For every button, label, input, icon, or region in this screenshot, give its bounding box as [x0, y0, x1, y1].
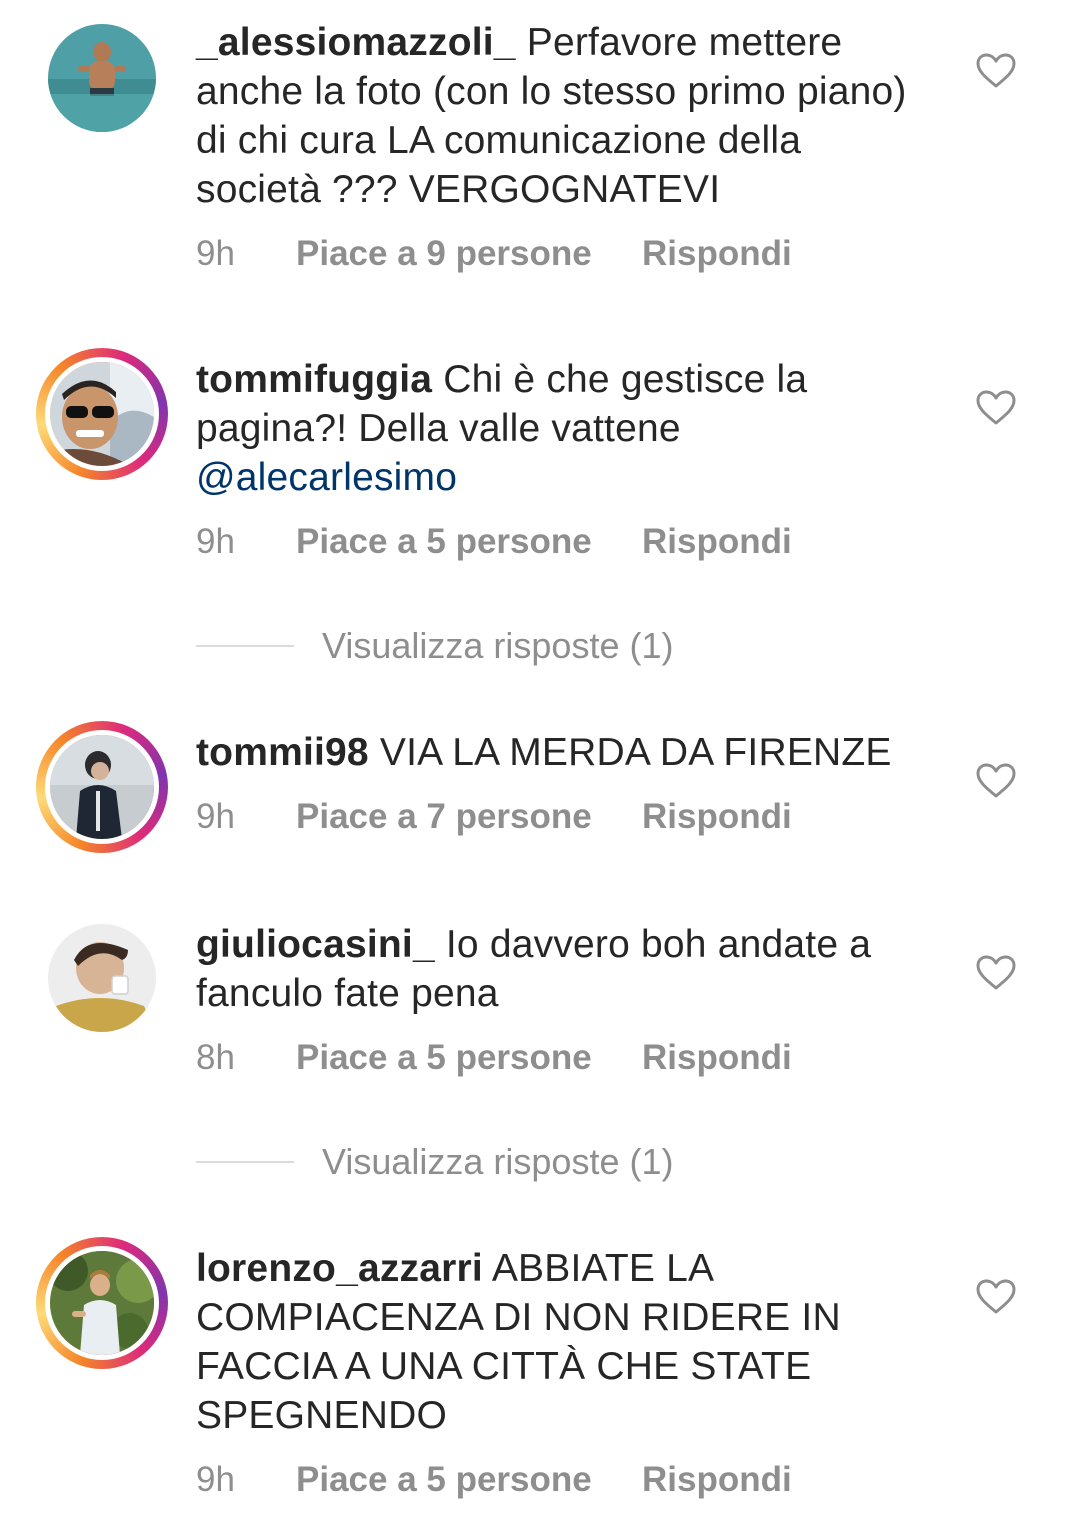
avatar[interactable] — [48, 924, 156, 1032]
comment-text: lorenzo_azzarri ABBIATE LA COMPIACENZA D… — [196, 1244, 926, 1440]
comment-time: 9h — [196, 522, 235, 561]
comment-username[interactable]: tommifuggia — [196, 358, 432, 401]
comment-time: 8h — [196, 1038, 235, 1077]
avatar[interactable] — [36, 348, 168, 480]
view-replies-label[interactable]: Visualizza risposte (1) — [322, 625, 673, 667]
comment-meta: 8h Piace a 5 persone Rispondi — [196, 1038, 792, 1078]
comment-meta: 9h Piace a 5 persone Rispondi — [196, 1460, 792, 1500]
view-replies-label[interactable]: Visualizza risposte (1) — [322, 1141, 673, 1183]
heart-outline-icon[interactable] — [976, 390, 1016, 426]
heart-outline-icon[interactable] — [976, 1279, 1016, 1315]
comment-likes[interactable]: Piace a 7 persone — [296, 797, 642, 837]
reply-button[interactable]: Rispondi — [642, 797, 792, 837]
comment-likes[interactable]: Piace a 9 persone — [296, 234, 642, 274]
view-replies-button[interactable]: Visualizza risposte (1) — [196, 1140, 673, 1184]
avatar-image — [45, 730, 159, 844]
view-replies-divider — [196, 645, 294, 647]
comment-username[interactable]: lorenzo_azzarri — [196, 1247, 483, 1290]
comment-body: VIA LA MERDA DA FIRENZE — [379, 731, 892, 774]
comment-time: 9h — [196, 797, 235, 836]
comment-username[interactable]: _alessiomazzoli_ — [196, 21, 516, 64]
comment-text: tommifuggia Chi è che gestisce la pagina… — [196, 355, 926, 502]
comment-meta: 9h Piace a 7 persone Rispondi — [196, 797, 792, 837]
comment-text: giuliocasini_ Io davvero boh andate a fa… — [196, 920, 926, 1018]
comment-likes[interactable]: Piace a 5 persone — [296, 1460, 642, 1500]
comment-likes[interactable]: Piace a 5 persone — [296, 522, 642, 562]
heart-outline-icon[interactable] — [976, 53, 1016, 89]
avatar-image — [45, 357, 159, 471]
comment-likes[interactable]: Piace a 5 persone — [296, 1038, 642, 1078]
comment-text: tommii98 VIA LA MERDA DA FIRENZE — [196, 728, 926, 777]
comment-username[interactable]: giuliocasini_ — [196, 923, 435, 966]
comment-meta: 9h Piace a 5 persone Rispondi — [196, 522, 792, 562]
reply-button[interactable]: Rispondi — [642, 234, 792, 274]
comment-meta: 9h Piace a 9 persone Rispondi — [196, 234, 792, 274]
view-replies-button[interactable]: Visualizza risposte (1) — [196, 624, 673, 668]
avatar[interactable] — [36, 1237, 168, 1369]
mention-link[interactable]: @alecarlesimo — [196, 456, 457, 499]
avatar-image — [48, 924, 156, 1032]
reply-button[interactable]: Rispondi — [642, 522, 792, 562]
reply-button[interactable]: Rispondi — [642, 1460, 792, 1500]
comment-text: _alessiomazzoli_ Perfavore mettere anche… — [196, 18, 926, 214]
avatar-image — [45, 1246, 159, 1360]
view-replies-divider — [196, 1161, 294, 1163]
avatar[interactable] — [48, 24, 156, 132]
reply-button[interactable]: Rispondi — [642, 1038, 792, 1078]
heart-outline-icon[interactable] — [976, 955, 1016, 991]
comment-time: 9h — [196, 1460, 235, 1499]
avatar-image — [48, 24, 156, 132]
comment-username[interactable]: tommii98 — [196, 731, 369, 774]
heart-outline-icon[interactable] — [976, 763, 1016, 799]
avatar[interactable] — [36, 721, 168, 853]
comment-time: 9h — [196, 234, 235, 273]
